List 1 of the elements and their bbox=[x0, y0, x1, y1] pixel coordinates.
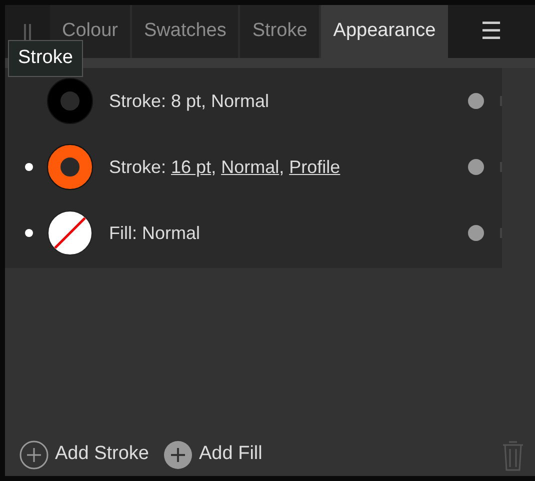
tooltip: Stroke bbox=[8, 40, 83, 76]
